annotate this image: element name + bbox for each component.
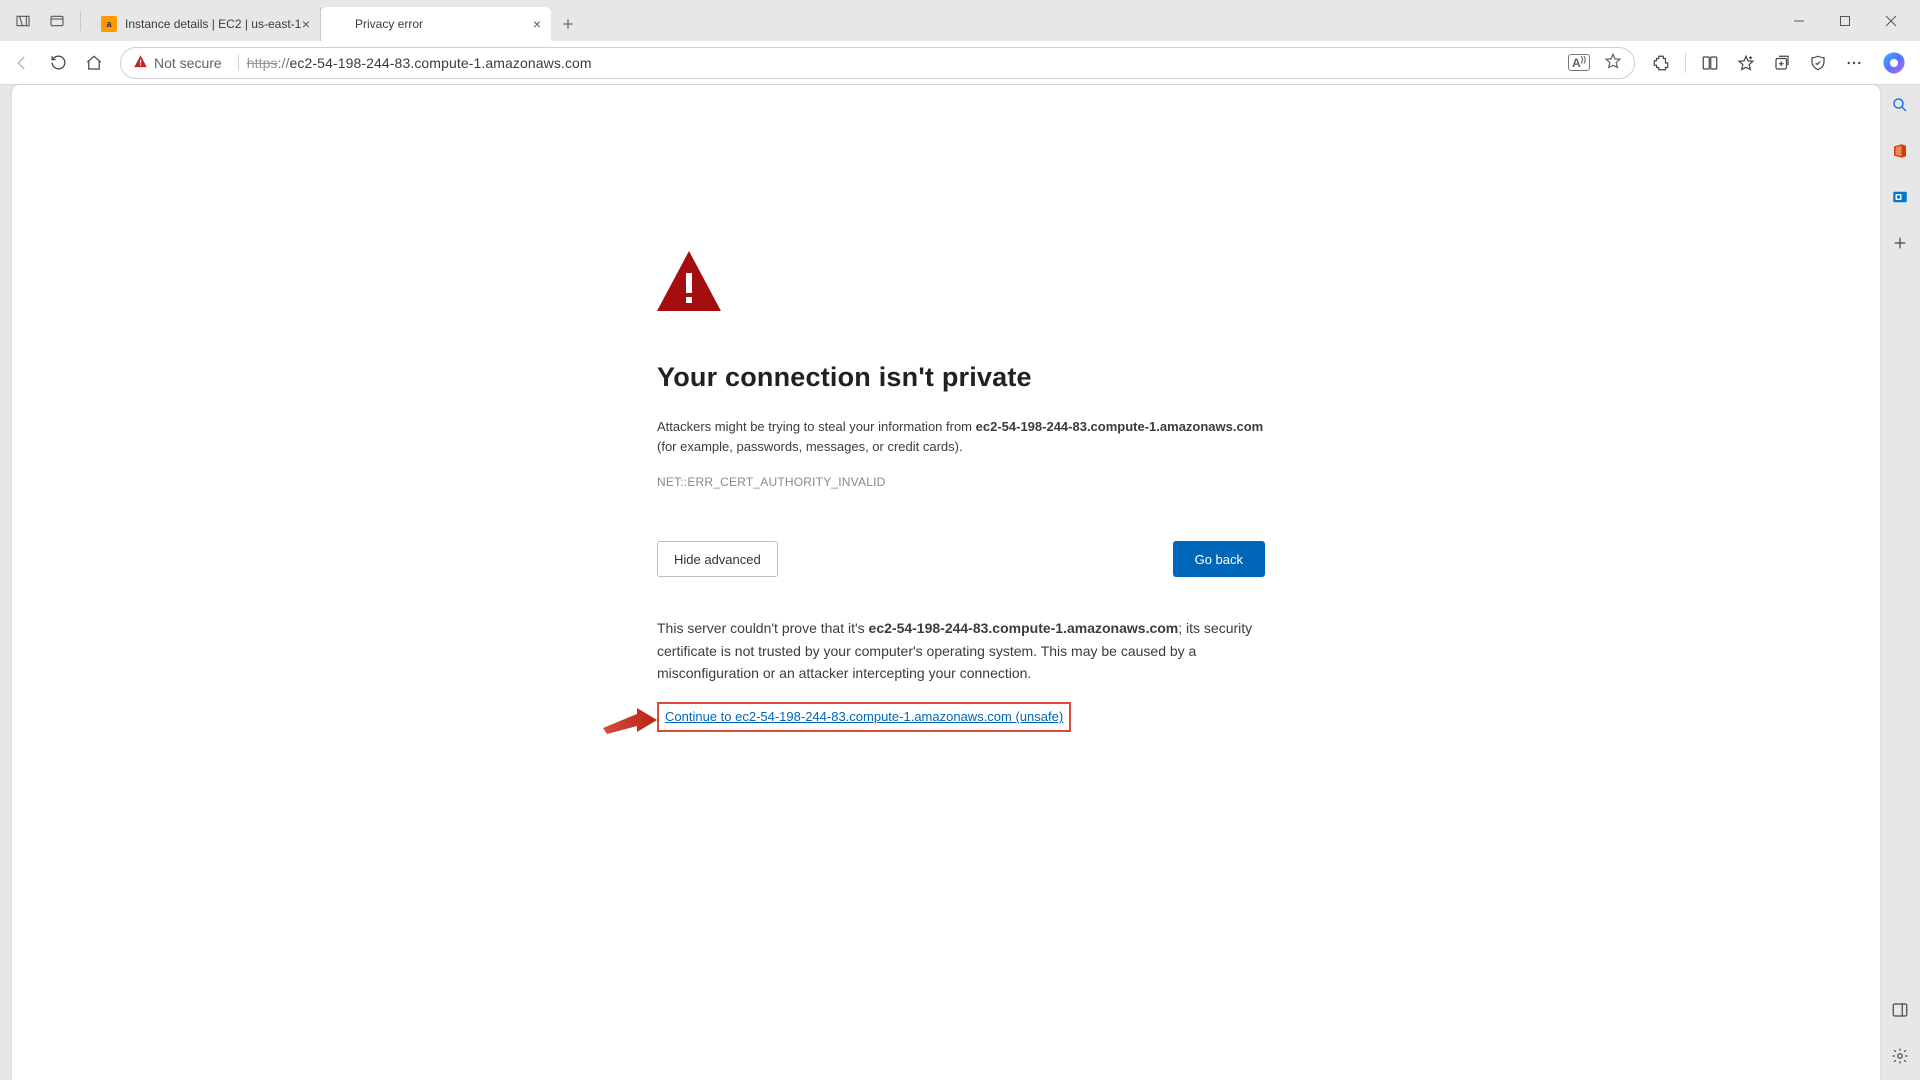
search-icon[interactable] bbox=[1886, 91, 1914, 119]
blank-favicon-icon bbox=[331, 16, 347, 32]
tab-title: Instance details | EC2 | us-east-1 bbox=[125, 17, 301, 31]
maximize-button[interactable] bbox=[1822, 4, 1868, 38]
extensions-icon[interactable] bbox=[1643, 45, 1679, 81]
site-security-indicator[interactable]: Not secure bbox=[133, 54, 222, 72]
tab-actions-icon[interactable] bbox=[40, 4, 74, 38]
error-code: NET::ERR_CERT_AUTHORITY_INVALID bbox=[657, 475, 1265, 489]
toolbar-right bbox=[1643, 45, 1916, 81]
favorites-icon[interactable] bbox=[1728, 45, 1764, 81]
office-icon[interactable] bbox=[1886, 137, 1914, 165]
address-separator bbox=[238, 55, 239, 71]
tab-privacy-error[interactable]: Privacy error × bbox=[321, 7, 551, 41]
continue-highlight-box: Continue to ec2-54-198-244-83.compute-1.… bbox=[657, 702, 1071, 732]
button-row: Hide advanced Go back bbox=[657, 541, 1265, 577]
detail-paragraph: This server couldn't prove that it's ec2… bbox=[657, 617, 1265, 684]
profile-icon[interactable] bbox=[6, 4, 40, 38]
error-content: Your connection isn't private Attackers … bbox=[657, 251, 1265, 732]
continue-unsafe-link[interactable]: Continue to ec2-54-198-244-83.compute-1.… bbox=[665, 709, 1063, 724]
back-button[interactable] bbox=[4, 45, 40, 81]
go-back-button[interactable]: Go back bbox=[1173, 541, 1265, 577]
home-button[interactable] bbox=[76, 45, 112, 81]
settings-icon[interactable] bbox=[1886, 1042, 1914, 1070]
read-aloud-icon[interactable]: A)) bbox=[1568, 54, 1590, 71]
hide-sidebar-icon[interactable] bbox=[1886, 996, 1914, 1024]
close-icon[interactable]: × bbox=[302, 16, 310, 32]
collections-icon[interactable] bbox=[1764, 45, 1800, 81]
toolbar-divider bbox=[1685, 53, 1686, 73]
tab-title: Privacy error bbox=[355, 17, 423, 31]
close-window-button[interactable] bbox=[1868, 4, 1914, 38]
address-bar[interactable]: Not secure https://ec2-54-198-244-83.com… bbox=[120, 47, 1635, 79]
not-secure-icon bbox=[133, 54, 148, 72]
toolbar: Not secure https://ec2-54-198-244-83.com… bbox=[0, 41, 1920, 85]
tab-aws[interactable]: a Instance details | EC2 | us-east-1 × bbox=[91, 7, 321, 41]
edge-sidebar bbox=[1880, 85, 1920, 1080]
favorite-icon[interactable] bbox=[1604, 52, 1622, 73]
annotation-arrow-icon bbox=[601, 706, 657, 736]
window-controls bbox=[1776, 4, 1914, 38]
titlebar-divider bbox=[80, 11, 81, 31]
error-heading: Your connection isn't private bbox=[657, 362, 1265, 393]
tab-strip: a Instance details | EC2 | us-east-1 × P… bbox=[91, 0, 585, 41]
outlook-icon[interactable] bbox=[1886, 183, 1914, 211]
page-viewport: Your connection isn't private Attackers … bbox=[12, 85, 1880, 1080]
not-secure-label: Not secure bbox=[154, 55, 222, 71]
aws-favicon-icon: a bbox=[101, 16, 117, 32]
browser-essentials-icon[interactable] bbox=[1800, 45, 1836, 81]
minimize-button[interactable] bbox=[1776, 4, 1822, 38]
refresh-button[interactable] bbox=[40, 45, 76, 81]
url-text: https://ec2-54-198-244-83.compute-1.amaz… bbox=[247, 55, 592, 71]
new-tab-button[interactable] bbox=[551, 7, 585, 41]
hide-advanced-button[interactable]: Hide advanced bbox=[657, 541, 778, 577]
warning-paragraph: Attackers might be trying to steal your … bbox=[657, 417, 1265, 457]
more-icon[interactable] bbox=[1836, 45, 1872, 81]
close-icon[interactable]: × bbox=[533, 16, 541, 32]
add-sidebar-app-icon[interactable] bbox=[1886, 229, 1914, 257]
copilot-icon[interactable] bbox=[1878, 47, 1910, 79]
warning-triangle-icon bbox=[657, 251, 1265, 316]
titlebar: a Instance details | EC2 | us-east-1 × P… bbox=[0, 0, 1920, 41]
split-screen-icon[interactable] bbox=[1692, 45, 1728, 81]
